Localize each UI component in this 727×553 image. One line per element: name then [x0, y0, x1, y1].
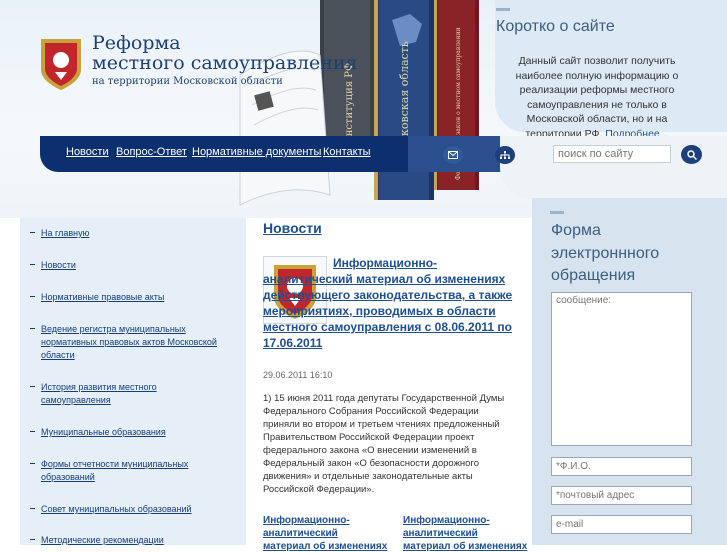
sitemap-icon[interactable]: [495, 146, 515, 164]
sidebar-item-legal-acts: Нормативные правовые акты: [30, 291, 220, 304]
nav-news[interactable]: Новости: [66, 146, 109, 158]
coat-of-arms-logo: [41, 39, 81, 90]
search-icon[interactable]: [681, 145, 702, 164]
news-more-item-1[interactable]: Информационно-аналитический материал об …: [263, 514, 388, 553]
sidebar-link-news[interactable]: Новости: [41, 259, 220, 272]
sidebar-item-news: Новости: [30, 259, 220, 272]
sidebar-item-report-forms: Формы отчетности муниципальных образован…: [30, 458, 220, 484]
news-section-title[interactable]: Новости: [263, 220, 322, 236]
sidebar-link-history[interactable]: История развития местного самоуправления: [41, 381, 220, 407]
mail-icon[interactable]: [443, 146, 463, 164]
sidebar-link-legal-acts[interactable]: Нормативные правовые акты: [41, 291, 220, 304]
search-input[interactable]: [553, 145, 671, 163]
site-subtitle: на территории Московской области: [92, 76, 283, 87]
sidebar-item-home: На главную: [30, 227, 220, 240]
about-title: Коротко о сайте: [496, 18, 615, 35]
document-illustration: [239, 50, 331, 206]
nav-faq[interactable]: Вопрос-Ответ: [116, 146, 187, 158]
news-more-item-2[interactable]: Информационно-аналитический материал об …: [403, 514, 528, 553]
address-field[interactable]: [551, 486, 692, 505]
email-field[interactable]: [551, 515, 692, 534]
site-title-line1: Реформа: [92, 32, 181, 54]
sidebar-item-registry: Ведение регистра муниципальных нормативн…: [30, 323, 220, 362]
news-date: 29.06.2011 16:10: [263, 370, 333, 380]
site-title-line2: местного самоуправления: [92, 52, 358, 74]
sidebar-link-guidelines[interactable]: Методические рекомендации: [41, 534, 220, 547]
nav-documents[interactable]: Нормативные документы: [192, 146, 321, 158]
sidebar-link-home[interactable]: На главную: [41, 227, 220, 240]
sidebar-item-guidelines: Методические рекомендации: [30, 534, 220, 547]
sidebar-item-history: История развития местного самоуправления: [30, 381, 220, 407]
nav-contacts[interactable]: Контакты: [323, 146, 371, 158]
name-field[interactable]: [551, 457, 692, 476]
news-body: 1) 15 июня 2011 года депутаты Государств…: [263, 393, 505, 495]
sidebar-item-council: Совет муниципальных образований: [30, 503, 220, 516]
about-text: Данный сайт позволит получить наиболее п…: [508, 54, 686, 141]
sidebar-link-registry[interactable]: Ведение регистра муниципальных нормативн…: [41, 323, 220, 362]
news-headline: Информационно-аналитический материал об …: [263, 256, 513, 350]
form-title-accent: [550, 211, 564, 214]
sidebar-link-council[interactable]: Совет муниципальных образований: [41, 503, 220, 516]
message-field[interactable]: [551, 292, 692, 446]
about-title-accent: [496, 8, 510, 11]
sidebar-item-municipalities: Муниципальные образования: [30, 426, 220, 439]
form-title: Форма электроннного обращения: [551, 222, 660, 284]
news-headline-link[interactable]: Информационно-аналитический материал об …: [263, 255, 513, 351]
sidebar-link-report-forms[interactable]: Формы отчетности муниципальных образован…: [41, 458, 220, 484]
sidebar-link-municipalities[interactable]: Муниципальные образования: [41, 426, 220, 439]
